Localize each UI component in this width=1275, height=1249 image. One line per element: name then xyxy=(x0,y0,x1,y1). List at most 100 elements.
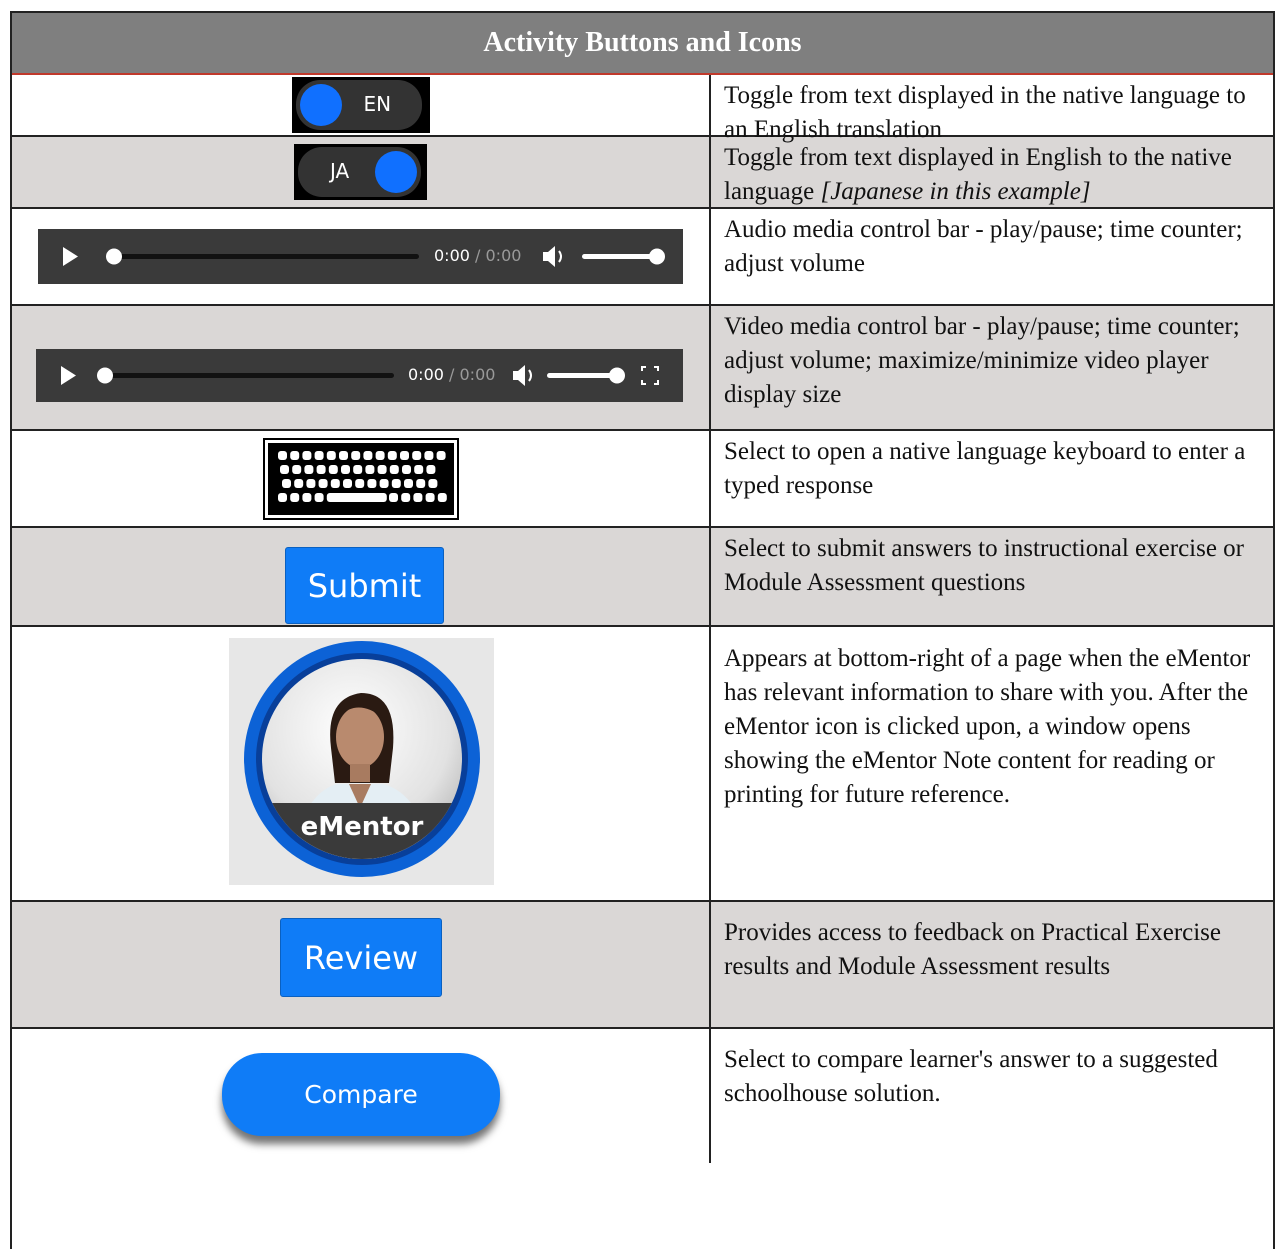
keyboard-key xyxy=(338,450,348,460)
keyboard-key xyxy=(403,478,413,488)
keyboard-key xyxy=(289,450,299,460)
row-description: Toggle from text displayed in the native… xyxy=(724,82,1246,143)
table-row: Submit Select to submit answers to instr… xyxy=(12,528,1273,627)
keyboard-key xyxy=(436,450,446,460)
row-visual-cell: 0:00 / 0:00 xyxy=(12,306,711,429)
keyboard-key xyxy=(314,492,324,502)
keyboard-key xyxy=(412,492,422,502)
seek-track[interactable] xyxy=(104,373,394,378)
keyboard-key xyxy=(389,464,399,474)
row-visual-cell: 0:00 / 0:00 xyxy=(12,209,711,304)
keyboard-key xyxy=(291,464,301,474)
language-toggle-en[interactable]: EN xyxy=(291,77,430,133)
compare-button[interactable]: Compare xyxy=(222,1053,500,1136)
row-visual-cell: eMentor xyxy=(12,627,711,900)
keyboard-key xyxy=(379,478,389,488)
keyboard-key xyxy=(354,478,364,488)
keyboard-key xyxy=(326,450,336,460)
row-description: Select to submit answers to instructiona… xyxy=(724,535,1245,596)
seek-handle[interactable] xyxy=(97,367,113,384)
time-counter: 0:00 / 0:00 xyxy=(408,365,496,384)
keyboard-key xyxy=(366,478,376,488)
keyboard-key xyxy=(437,492,447,502)
fullscreen-icon[interactable] xyxy=(641,366,659,385)
keyboard-key xyxy=(318,478,328,488)
volume-slider[interactable] xyxy=(582,254,658,259)
volume-handle[interactable] xyxy=(609,367,625,384)
row-description: Select to open a native language keyboar… xyxy=(724,438,1246,499)
row-visual-cell: EN xyxy=(12,75,711,135)
table-row: Select to open a native language keyboar… xyxy=(12,431,1273,528)
activity-buttons-table: Activity Buttons and Icons EN Toggle fro… xyxy=(10,11,1275,1249)
keyboard-key xyxy=(387,450,397,460)
ementor-label: eMentor xyxy=(301,812,424,842)
keyboard-key xyxy=(362,450,372,460)
table-row: JA Toggle from text displayed in English… xyxy=(12,137,1273,209)
row-visual-cell xyxy=(12,431,711,526)
keyboard-key xyxy=(330,478,340,488)
keyboard-key xyxy=(301,492,311,502)
keyboard-key xyxy=(427,478,437,488)
keyboard-key xyxy=(388,492,398,502)
row-visual-cell: Review xyxy=(12,902,711,1027)
keyboard-icon[interactable] xyxy=(264,439,457,518)
table-row: Compare Select to compare learner's answ… xyxy=(12,1029,1273,1163)
keyboard-key xyxy=(326,492,387,502)
seek-handle[interactable] xyxy=(106,248,122,265)
keyboard-key xyxy=(425,464,435,474)
keyboard-key xyxy=(364,464,374,474)
volume-icon[interactable] xyxy=(513,365,532,386)
keyboard-key xyxy=(350,450,360,460)
volume-handle[interactable] xyxy=(649,248,665,265)
row-description: Appears at bottom-right of a page when t… xyxy=(724,645,1251,808)
row-description: Toggle from text displayed in English to… xyxy=(724,144,1232,205)
keyboard-key xyxy=(411,450,421,460)
ementor-icon[interactable]: eMentor xyxy=(229,638,494,885)
row-description: Provides access to feedback on Practical… xyxy=(724,919,1222,980)
toggle-knob xyxy=(375,151,417,193)
keyboard-key xyxy=(314,450,324,460)
video-control-bar[interactable]: 0:00 / 0:00 xyxy=(36,349,683,402)
row-visual-cell: Compare xyxy=(12,1029,711,1163)
volume-slider[interactable] xyxy=(547,373,617,378)
keyboard-key xyxy=(423,450,433,460)
row-description: Audio media control bar - play/pause; ti… xyxy=(724,216,1243,277)
keyboard-key xyxy=(301,450,311,460)
row-description: Select to compare learner's answer to a … xyxy=(724,1046,1218,1107)
table-row: Review Provides access to feedback on Pr… xyxy=(12,902,1273,1029)
keyboard-key xyxy=(277,450,287,460)
table-row: EN Toggle from text displayed in the nat… xyxy=(12,75,1273,143)
keyboard-key xyxy=(401,464,411,474)
row-description: Video media control bar - play/pause; ti… xyxy=(724,313,1240,408)
audio-control-bar[interactable]: 0:00 / 0:00 xyxy=(38,229,683,284)
play-icon[interactable] xyxy=(63,247,78,266)
keyboard-key xyxy=(303,464,313,474)
keyboard-key xyxy=(305,478,315,488)
keyboard-key xyxy=(289,492,299,502)
language-toggle-ja[interactable]: JA xyxy=(294,144,427,200)
row-visual-cell: Submit xyxy=(12,528,711,625)
keyboard-key xyxy=(399,450,409,460)
keyboard-key xyxy=(340,464,350,474)
keyboard-key xyxy=(425,492,435,502)
keyboard-key xyxy=(400,492,410,502)
submit-button[interactable]: Submit xyxy=(285,547,444,624)
seek-track[interactable] xyxy=(113,254,419,259)
row-visual-cell: JA xyxy=(12,137,711,207)
toggle-knob xyxy=(299,84,342,126)
keyboard-key xyxy=(277,492,287,502)
keyboard-key xyxy=(415,478,425,488)
toggle-label: EN xyxy=(363,92,392,116)
keyboard-key xyxy=(342,478,352,488)
table-row: eMentor Appears at bottom-right of a pag… xyxy=(12,627,1273,902)
keyboard-key xyxy=(293,478,303,488)
toggle-label: JA xyxy=(330,159,350,183)
play-icon[interactable] xyxy=(61,366,76,385)
keyboard-key xyxy=(281,478,291,488)
volume-icon[interactable] xyxy=(543,246,562,267)
keyboard-key xyxy=(328,464,338,474)
keyboard-key xyxy=(377,464,387,474)
table-header: Activity Buttons and Icons xyxy=(12,13,1273,75)
keyboard-key xyxy=(316,464,326,474)
review-button[interactable]: Review xyxy=(280,918,442,997)
